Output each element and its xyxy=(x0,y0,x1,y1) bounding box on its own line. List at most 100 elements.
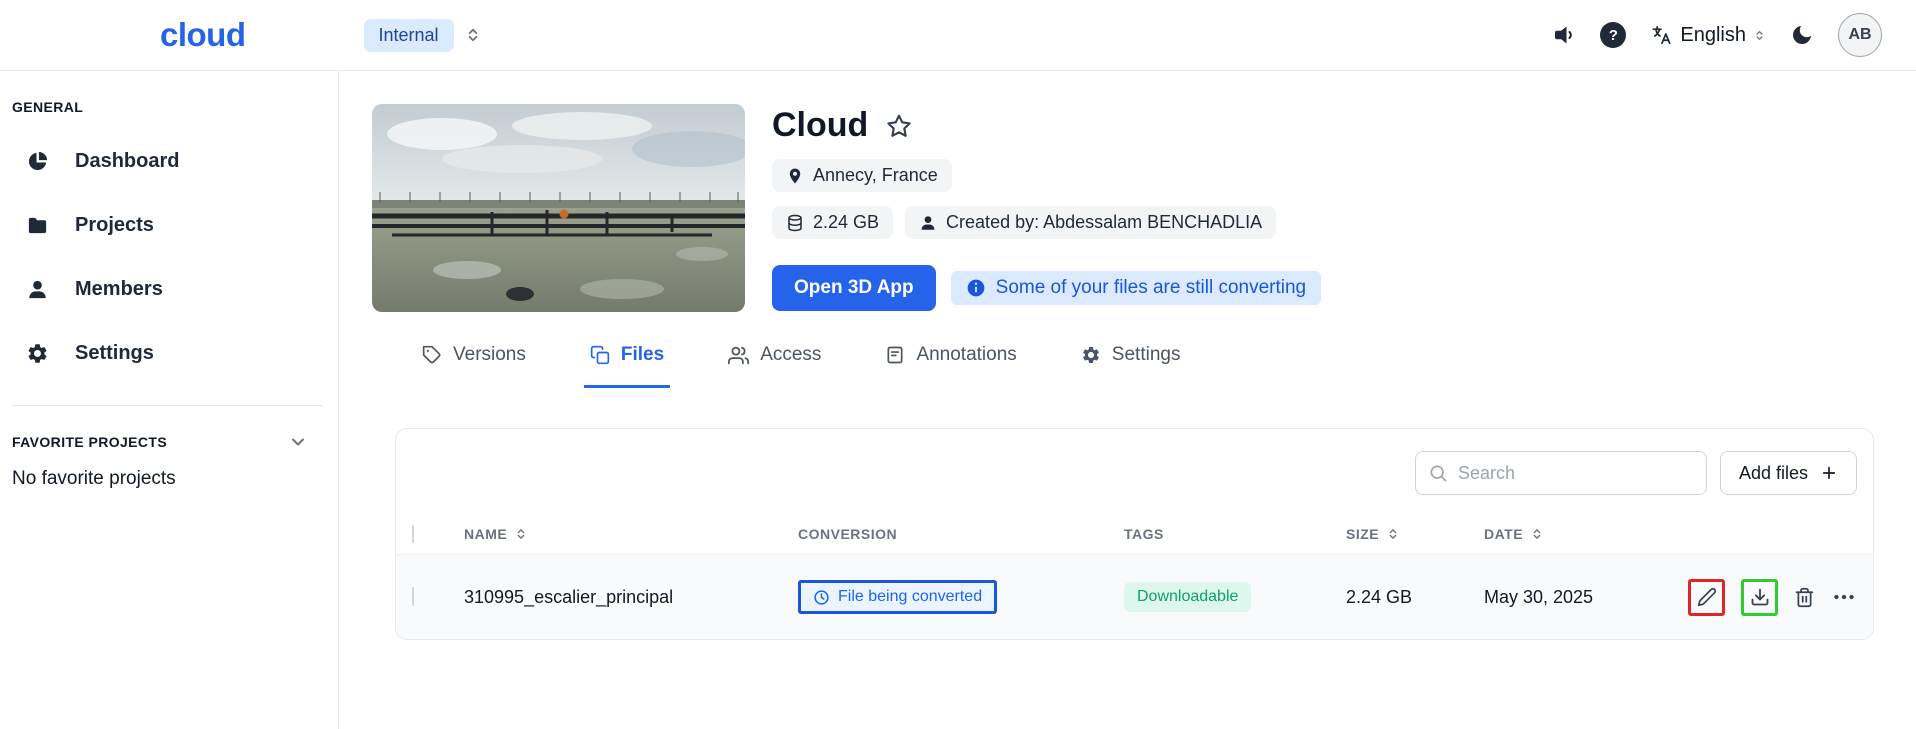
sort-name-icon[interactable] xyxy=(514,527,528,541)
sidebar-item-members[interactable]: Members xyxy=(12,257,326,321)
main-content: Cloud Annecy, France 2.24 GB xyxy=(339,71,1916,729)
column-conversion: CONVERSION xyxy=(798,526,897,542)
location-badge: Annecy, France xyxy=(772,159,952,192)
language-menu[interactable]: English xyxy=(1650,24,1766,47)
sidebar-item-label: Members xyxy=(75,278,163,301)
tab-annotations[interactable]: Annotations xyxy=(879,344,1022,388)
open-3d-app-button[interactable]: Open 3D App xyxy=(772,265,936,311)
tag-icon xyxy=(422,345,442,365)
person-icon xyxy=(26,278,49,301)
app-logo[interactable]: cloud xyxy=(160,16,246,54)
table-row: 310995_escalier_principal File being con… xyxy=(396,555,1873,639)
sort-size-icon[interactable] xyxy=(1386,527,1400,541)
storage-icon xyxy=(786,214,804,232)
chevron-down-icon xyxy=(288,432,308,452)
location-text: Annecy, France xyxy=(813,165,938,186)
workspace-badge[interactable]: Internal xyxy=(364,19,454,52)
edit-button[interactable] xyxy=(1688,579,1725,616)
files-table-header: NAME CONVERSION TAGS SIZE DATE xyxy=(396,513,1873,555)
converting-notice: Some of your files are still converting xyxy=(951,271,1321,305)
app-root: cloud Internal ? English AB GENERAL Dash… xyxy=(0,0,1916,729)
sidebar-item-label: Projects xyxy=(75,214,154,237)
language-label: English xyxy=(1680,24,1746,47)
files-panel: Add files NAME CONVERSION TAGS SIZE DATE xyxy=(395,428,1874,640)
size-text: 2.24 GB xyxy=(813,212,879,233)
tab-files[interactable]: Files xyxy=(584,344,670,388)
download-button[interactable] xyxy=(1741,579,1778,616)
gear-icon xyxy=(26,342,49,365)
creator-text: Created by: Abdessalam BENCHADLIA xyxy=(946,212,1262,233)
favorite-projects-toggle[interactable]: FAVORITE PROJECTS xyxy=(12,432,326,452)
row-checkbox[interactable] xyxy=(412,587,414,606)
select-all-checkbox[interactable] xyxy=(412,525,414,543)
project-header: Cloud Annecy, France 2.24 GB xyxy=(372,104,1916,312)
add-files-button[interactable]: Add files xyxy=(1720,451,1857,495)
sidebar-section-favorites: FAVORITE PROJECTS xyxy=(12,434,167,450)
topbar: cloud Internal ? English AB xyxy=(0,0,1916,71)
sidebar: GENERAL Dashboard Projects Members Setti… xyxy=(0,71,339,729)
ellipsis-icon xyxy=(1831,584,1857,610)
tag-badge: Downloadable xyxy=(1124,582,1251,612)
column-date: DATE xyxy=(1484,526,1523,542)
more-options-button[interactable] xyxy=(1831,584,1857,610)
clock-icon xyxy=(813,589,830,606)
creator-badge: Created by: Abdessalam BENCHADLIA xyxy=(905,206,1276,239)
announcements-icon[interactable] xyxy=(1552,23,1576,47)
tab-label: Versions xyxy=(453,344,526,366)
column-size: SIZE xyxy=(1346,526,1379,542)
sidebar-item-dashboard[interactable]: Dashboard xyxy=(12,129,326,193)
delete-button[interactable] xyxy=(1794,587,1815,608)
files-toolbar: Add files xyxy=(396,429,1873,513)
tab-access[interactable]: Access xyxy=(722,344,827,388)
sidebar-item-projects[interactable]: Projects xyxy=(12,193,326,257)
tab-label: Access xyxy=(760,344,821,366)
people-icon xyxy=(728,345,749,366)
tab-label: Settings xyxy=(1112,344,1181,366)
converting-notice-text: Some of your files are still converting xyxy=(996,277,1306,299)
project-tabs: Versions Files Access Annotations Settin… xyxy=(372,344,1916,388)
language-caret-icon xyxy=(1753,29,1766,42)
sidebar-section-general: GENERAL xyxy=(12,99,326,115)
file-size: 2.24 GB xyxy=(1346,587,1412,608)
sort-date-icon[interactable] xyxy=(1530,527,1544,541)
tab-label: Files xyxy=(621,344,664,366)
favorites-empty-text: No favorite projects xyxy=(12,468,326,490)
search-icon xyxy=(1428,463,1448,483)
topbar-actions: ? English AB xyxy=(1552,13,1882,57)
download-icon xyxy=(1750,587,1770,607)
help-icon[interactable]: ? xyxy=(1600,22,1626,48)
person-icon xyxy=(919,214,937,232)
conversion-status-highlight: File being converted xyxy=(798,580,997,614)
column-tags: TAGS xyxy=(1124,526,1164,542)
note-icon xyxy=(885,345,905,365)
conversion-status-text: File being converted xyxy=(838,588,982,606)
tab-versions[interactable]: Versions xyxy=(416,344,532,388)
file-date: May 30, 2025 xyxy=(1484,587,1593,608)
files-icon xyxy=(590,345,610,365)
page-title: Cloud xyxy=(772,106,868,145)
conversion-status-badge: File being converted xyxy=(801,583,994,611)
sidebar-item-label: Dashboard xyxy=(75,150,179,173)
project-thumbnail xyxy=(372,104,745,312)
column-name: NAME xyxy=(464,526,507,542)
trash-icon xyxy=(1794,587,1815,608)
row-actions xyxy=(1645,579,1873,616)
avatar[interactable]: AB xyxy=(1838,13,1882,57)
tab-settings[interactable]: Settings xyxy=(1075,344,1187,388)
sidebar-item-settings[interactable]: Settings xyxy=(12,321,326,385)
add-files-label: Add files xyxy=(1739,463,1808,484)
plus-icon xyxy=(1820,464,1838,482)
file-name[interactable]: 310995_escalier_principal xyxy=(464,587,673,608)
workspace-selector[interactable]: Internal xyxy=(364,19,482,52)
pencil-icon xyxy=(1697,587,1717,607)
dark-mode-icon[interactable] xyxy=(1790,23,1814,47)
search-input[interactable] xyxy=(1458,463,1694,484)
folder-icon xyxy=(26,214,49,237)
size-badge: 2.24 GB xyxy=(772,206,893,239)
sidebar-nav: Dashboard Projects Members Settings xyxy=(12,129,326,385)
favorite-star-icon[interactable] xyxy=(886,113,912,139)
sidebar-divider xyxy=(12,405,322,406)
workspace-switcher-icon[interactable] xyxy=(464,26,482,44)
search-box[interactable] xyxy=(1415,451,1707,495)
translate-icon xyxy=(1650,24,1673,47)
